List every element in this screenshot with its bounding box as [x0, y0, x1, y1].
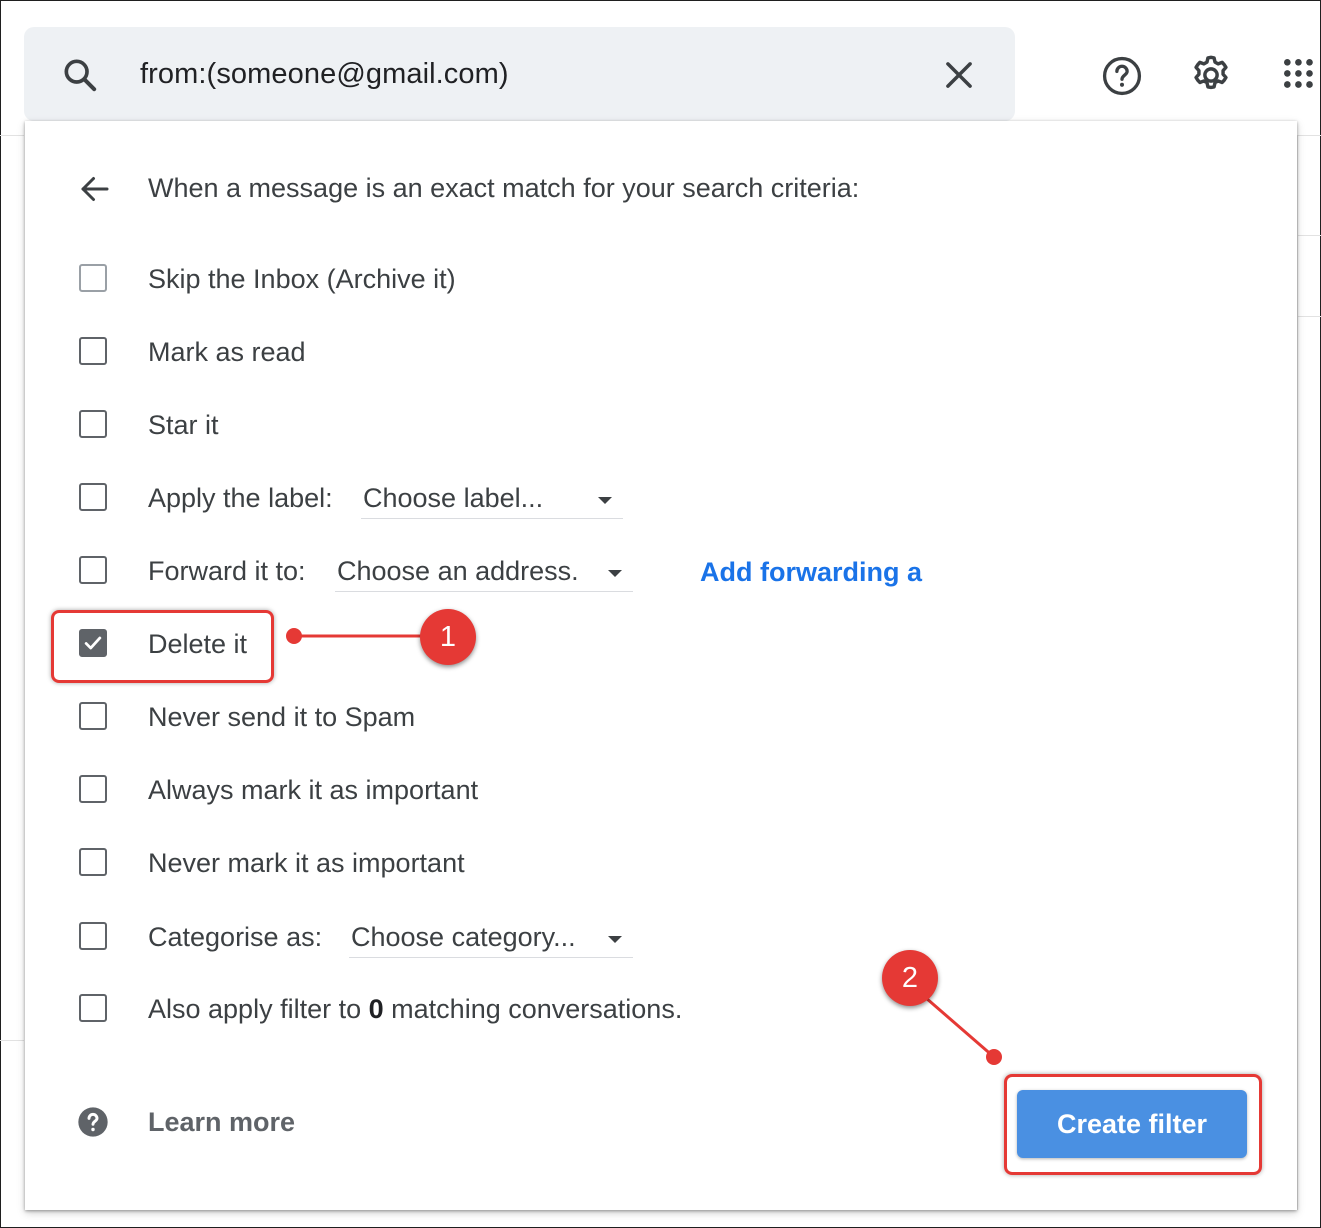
- option-label: Categorise as:: [148, 922, 323, 952]
- help-icon[interactable]: [1100, 54, 1144, 98]
- back-arrow-icon[interactable]: [77, 171, 113, 207]
- choose-category-select[interactable]: Choose category...: [349, 917, 633, 958]
- option-label: Apply the label:: [148, 483, 333, 513]
- apps-grid-icon[interactable]: [1280, 56, 1320, 94]
- option-star-it: Star it: [25, 401, 1297, 451]
- mark-as-read-checkbox[interactable]: [79, 337, 107, 365]
- option-label: Skip the Inbox (Archive it): [148, 264, 456, 294]
- caret-down-icon: [608, 570, 622, 577]
- option-apply-label: Apply the label: Choose label...: [25, 474, 1297, 524]
- background-divider: [0, 1040, 24, 1041]
- filter-criteria-header: When a message is an exact match for you…: [148, 173, 860, 203]
- choose-address-select[interactable]: Choose an address.: [335, 551, 633, 592]
- caret-down-icon: [598, 497, 612, 504]
- background-divider: [0, 135, 24, 136]
- option-never-important: Never mark it as important: [25, 839, 1297, 889]
- highlight-create-filter: [1004, 1074, 1262, 1175]
- select-value: Choose category...: [351, 922, 576, 952]
- never-spam-checkbox[interactable]: [79, 702, 107, 730]
- search-icon[interactable]: [60, 55, 100, 95]
- option-label: Never mark it as important: [148, 848, 465, 878]
- option-label: Star it: [148, 410, 219, 440]
- skip-inbox-checkbox[interactable]: [79, 264, 107, 292]
- option-forward-it: Forward it to: Choose an address. Add fo…: [25, 547, 1297, 597]
- categorise-checkbox[interactable]: [79, 922, 107, 950]
- option-apply-to-existing: Also apply filter to 0 matching conversa…: [25, 985, 1297, 1035]
- caret-down-icon: [608, 936, 622, 943]
- always-important-checkbox[interactable]: [79, 775, 107, 803]
- never-important-checkbox[interactable]: [79, 848, 107, 876]
- select-value: Choose label...: [363, 483, 544, 513]
- apply-to-existing-checkbox[interactable]: [79, 994, 107, 1022]
- choose-label-select[interactable]: Choose label...: [361, 478, 623, 519]
- option-label: Mark as read: [148, 337, 306, 367]
- close-icon[interactable]: [940, 56, 978, 94]
- background-divider: [1297, 235, 1321, 236]
- option-never-spam: Never send it to Spam: [25, 693, 1297, 743]
- step-badge-2: 2: [882, 950, 938, 1006]
- option-always-important: Always mark it as important: [25, 766, 1297, 816]
- background-divider: [1297, 135, 1298, 1210]
- label-prefix: Also apply filter to: [148, 994, 362, 1024]
- highlight-delete-it: [51, 610, 274, 683]
- step-badge-1: 1: [420, 609, 476, 665]
- search-input[interactable]: from:(someone@gmail.com): [140, 58, 509, 91]
- help-circle-icon: [78, 1107, 108, 1137]
- add-forwarding-address-link[interactable]: Add forwarding a: [700, 557, 922, 588]
- label-suffix: matching conversations.: [391, 994, 683, 1024]
- learn-more-link[interactable]: Learn more: [148, 1107, 295, 1138]
- gear-icon[interactable]: [1188, 52, 1234, 98]
- option-mark-as-read: Mark as read: [25, 328, 1297, 378]
- star-it-checkbox[interactable]: [79, 410, 107, 438]
- background-divider: [1297, 316, 1321, 317]
- background-divider: [1297, 135, 1321, 136]
- option-label: Never send it to Spam: [148, 702, 416, 732]
- option-label: Also apply filter to 0 matching conversa…: [148, 994, 682, 1025]
- option-label: Always mark it as important: [148, 775, 479, 805]
- option-label: Forward it to:: [148, 556, 306, 586]
- option-skip-inbox: Skip the Inbox (Archive it): [25, 255, 1297, 305]
- option-categorise: Categorise as: Choose category...: [25, 913, 1297, 963]
- forward-it-checkbox[interactable]: [79, 556, 107, 584]
- matching-count: 0: [368, 994, 384, 1024]
- apply-label-checkbox[interactable]: [79, 483, 107, 511]
- select-value: Choose an address.: [337, 556, 579, 586]
